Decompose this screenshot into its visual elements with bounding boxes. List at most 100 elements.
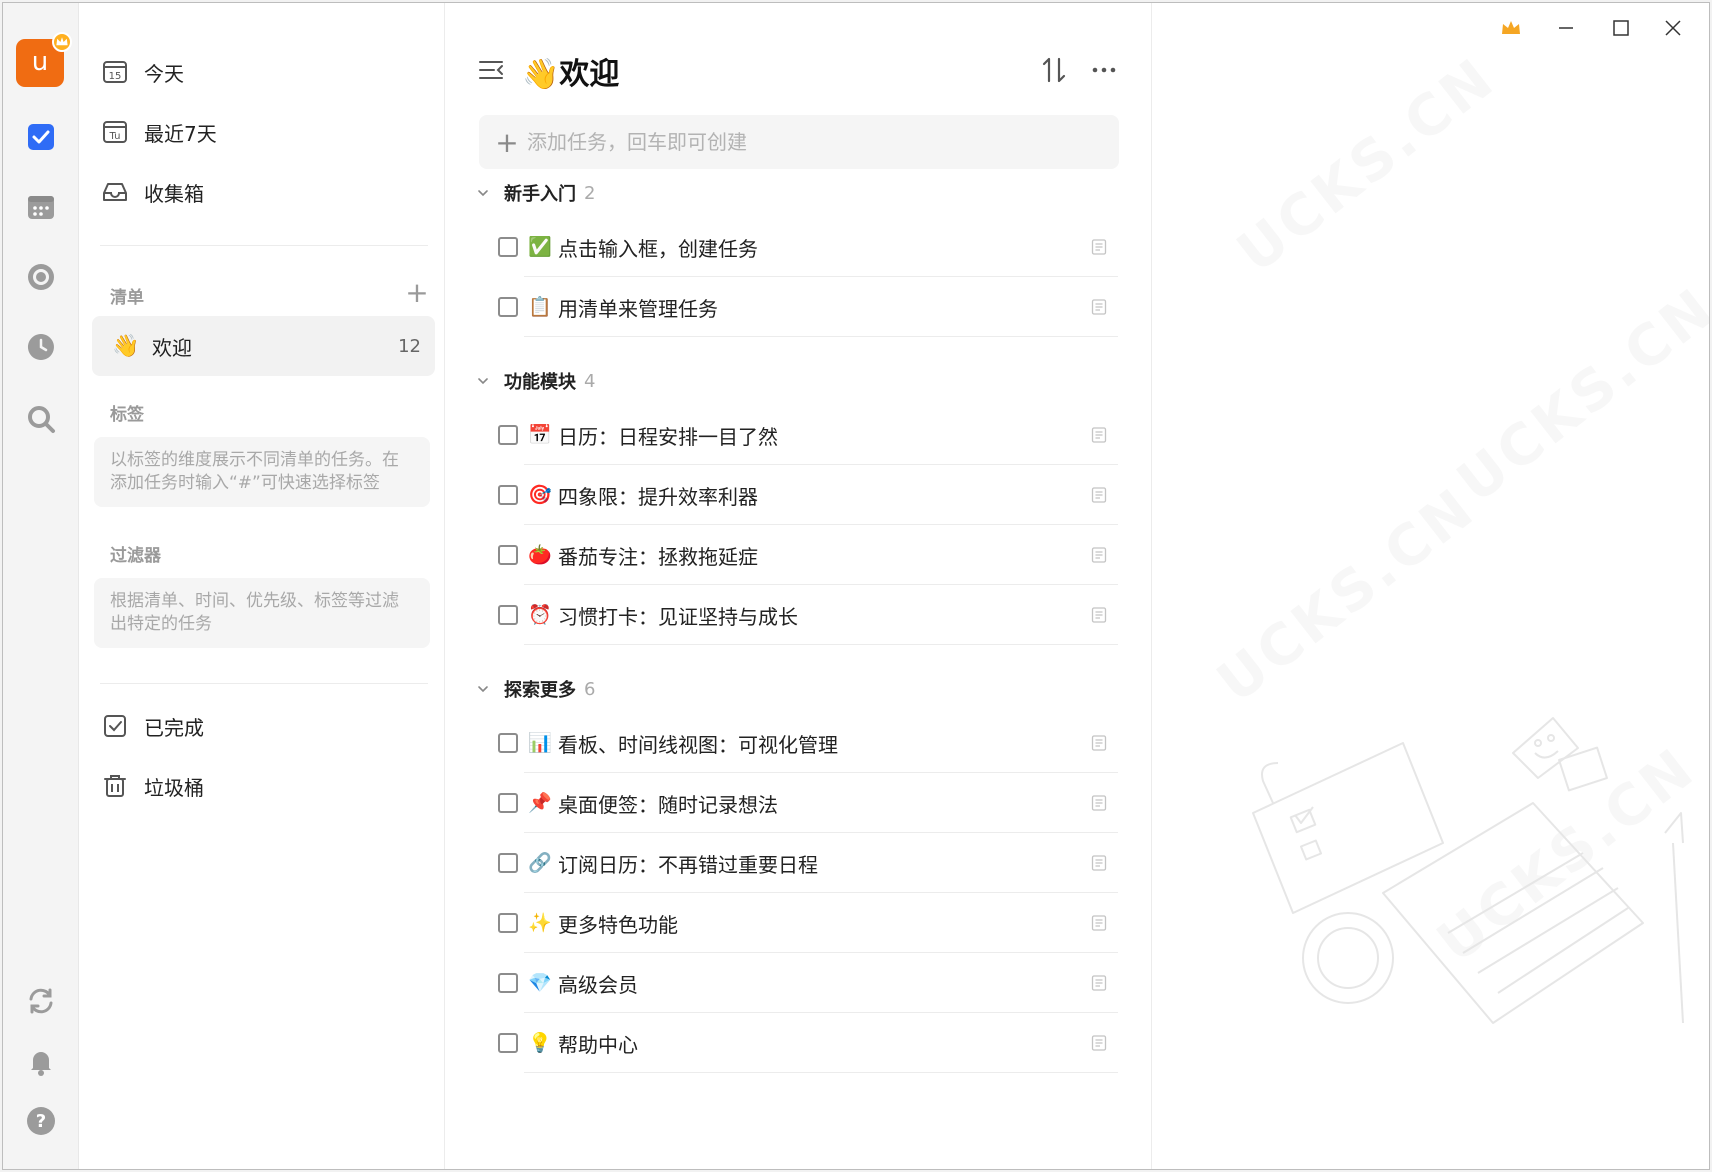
- task-row[interactable]: 🍅 番茄专注：拯救拖延症: [498, 525, 1118, 585]
- task-emoji-icon: ✨: [528, 912, 552, 934]
- group-count: 6: [584, 678, 596, 700]
- smart-list-today[interactable]: 15 今天: [100, 49, 430, 95]
- clock-icon[interactable]: [23, 329, 59, 365]
- task-title: 桌面便签：随时记录想法: [558, 792, 778, 817]
- task-row[interactable]: 🔗 订阅日历：不再错过重要日程: [498, 833, 1118, 893]
- search-icon[interactable]: [23, 401, 59, 437]
- task-emoji-icon: 💎: [528, 972, 552, 994]
- task-emoji-icon: ⏰: [528, 604, 552, 626]
- sync-icon[interactable]: [23, 983, 59, 1019]
- calendar-15-icon: 15: [100, 57, 130, 87]
- task-checkbox[interactable]: [498, 973, 518, 993]
- note-icon: [1091, 607, 1107, 623]
- calendar-icon[interactable]: [23, 189, 59, 225]
- task-emoji-icon: 🍅: [528, 544, 552, 566]
- group-title: 功能模块: [504, 372, 576, 393]
- smart-list-label: 收集箱: [144, 181, 204, 206]
- group-header[interactable]: 新手入门 2: [476, 179, 595, 207]
- close-icon[interactable]: [1653, 11, 1693, 45]
- completed-label: 已完成: [144, 715, 204, 740]
- task-title: 订阅日历：不再错过重要日程: [558, 852, 818, 877]
- trash-icon: [100, 771, 130, 801]
- trash-item[interactable]: 垃圾桶: [100, 763, 430, 809]
- collapse-sidebar-icon[interactable]: [476, 55, 506, 85]
- page-title: 👋欢迎: [522, 57, 620, 92]
- smart-list-next-7-days[interactable]: Tu 最近7天: [100, 109, 430, 155]
- task-row[interactable]: 💡 帮助中心: [498, 1013, 1118, 1073]
- task-checkbox[interactable]: [498, 605, 518, 625]
- note-icon: [1091, 735, 1107, 751]
- task-emoji-icon: 💡: [528, 1032, 552, 1054]
- note-icon: [1091, 915, 1107, 931]
- add-list-button[interactable]: +: [404, 279, 430, 307]
- add-task-field[interactable]: +: [479, 115, 1119, 169]
- task-checkbox[interactable]: [498, 237, 518, 257]
- task-title: 用清单来管理任务: [558, 296, 718, 321]
- divider: [100, 683, 428, 684]
- inbox-icon: [100, 177, 130, 207]
- help-icon[interactable]: ?: [23, 1103, 59, 1139]
- list-item-welcome[interactable]: 👋 欢迎 12: [92, 316, 435, 376]
- sort-icon[interactable]: [1037, 53, 1071, 87]
- task-checkbox[interactable]: [498, 485, 518, 505]
- task-title: 帮助中心: [558, 1032, 638, 1057]
- task-checkbox[interactable]: [498, 545, 518, 565]
- task-row[interactable]: ✅ 点击输入框，创建任务: [498, 217, 1118, 277]
- task-row[interactable]: 📅 日历：日程安排一目了然: [498, 405, 1118, 465]
- note-icon: [1091, 795, 1107, 811]
- task-icon[interactable]: [23, 119, 59, 155]
- tags-section-title: 标签: [110, 405, 144, 425]
- premium-crown-icon[interactable]: [1491, 11, 1531, 45]
- svg-text:Tu: Tu: [109, 131, 121, 142]
- task-checkbox[interactable]: [498, 853, 518, 873]
- more-icon[interactable]: [1087, 53, 1121, 87]
- minimize-icon[interactable]: [1546, 11, 1586, 45]
- svg-text:?: ?: [36, 1111, 46, 1132]
- task-checkbox[interactable]: [498, 733, 518, 753]
- task-emoji-icon: 🎯: [528, 484, 552, 506]
- group-header[interactable]: 探索更多 6: [476, 675, 595, 703]
- task-row[interactable]: 💎 高级会员: [498, 953, 1118, 1013]
- chevron-down-icon: [478, 378, 488, 385]
- task-row[interactable]: ⏰ 习惯打卡：见证坚持与成长: [498, 585, 1118, 645]
- chevron-down-icon: [478, 686, 488, 693]
- task-row[interactable]: 📋 用清单来管理任务: [498, 277, 1118, 337]
- filters-hint: 根据清单、时间、优先级、标签等过滤出特定的任务: [94, 578, 430, 648]
- maximize-icon[interactable]: [1601, 11, 1641, 45]
- task-checkbox[interactable]: [498, 1033, 518, 1053]
- task-checkbox[interactable]: [498, 793, 518, 813]
- task-row[interactable]: 📌 桌面便签：随时记录想法: [498, 773, 1118, 833]
- smart-list-label: 今天: [144, 61, 184, 86]
- smart-list-inbox[interactable]: 收集箱: [100, 169, 430, 215]
- nav-rail: u ?: [3, 3, 79, 1169]
- list-count: 12: [398, 335, 421, 357]
- task-emoji-icon: 📅: [528, 424, 552, 446]
- watermark: UCKS.CN: [1445, 275, 1710, 516]
- wave-emoji-icon: 👋: [112, 333, 140, 359]
- task-checkbox[interactable]: [498, 913, 518, 933]
- task-title: 习惯打卡：见证坚持与成长: [558, 604, 798, 629]
- plus-icon: +: [495, 125, 519, 159]
- task-emoji-icon: 🔗: [528, 852, 552, 874]
- focus-icon[interactable]: [23, 259, 59, 295]
- completed-item[interactable]: 已完成: [100, 703, 430, 749]
- note-icon: [1091, 487, 1107, 503]
- filters-section-title: 过滤器: [110, 546, 161, 566]
- note-icon: [1091, 427, 1107, 443]
- note-icon: [1091, 1035, 1107, 1051]
- task-checkbox[interactable]: [498, 425, 518, 445]
- watermark: UCKS.CN: [1225, 45, 1508, 286]
- task-row[interactable]: ✨ 更多特色功能: [498, 893, 1118, 953]
- watermark: UCKS.CN: [1205, 475, 1488, 716]
- task-emoji-icon: 📌: [528, 792, 552, 814]
- task-row[interactable]: 🎯 四象限：提升效率利器: [498, 465, 1118, 525]
- task-list-pane: 👋欢迎 + 新手入门 2 ✅ 点击输入框，创建任务 📋 用清单来管理任务功能模块 4 📅 日历：…: [446, 3, 1152, 1169]
- bell-icon[interactable]: [23, 1043, 59, 1079]
- task-emoji-icon: 📋: [528, 296, 552, 318]
- add-task-input[interactable]: [527, 130, 1087, 154]
- lists-section-title: 清单: [110, 288, 144, 308]
- task-checkbox[interactable]: [498, 297, 518, 317]
- task-row[interactable]: 📊 看板、时间线视图：可视化管理: [498, 713, 1118, 773]
- group-header[interactable]: 功能模块 4: [476, 367, 595, 395]
- task-title: 四象限：提升效率利器: [558, 484, 758, 509]
